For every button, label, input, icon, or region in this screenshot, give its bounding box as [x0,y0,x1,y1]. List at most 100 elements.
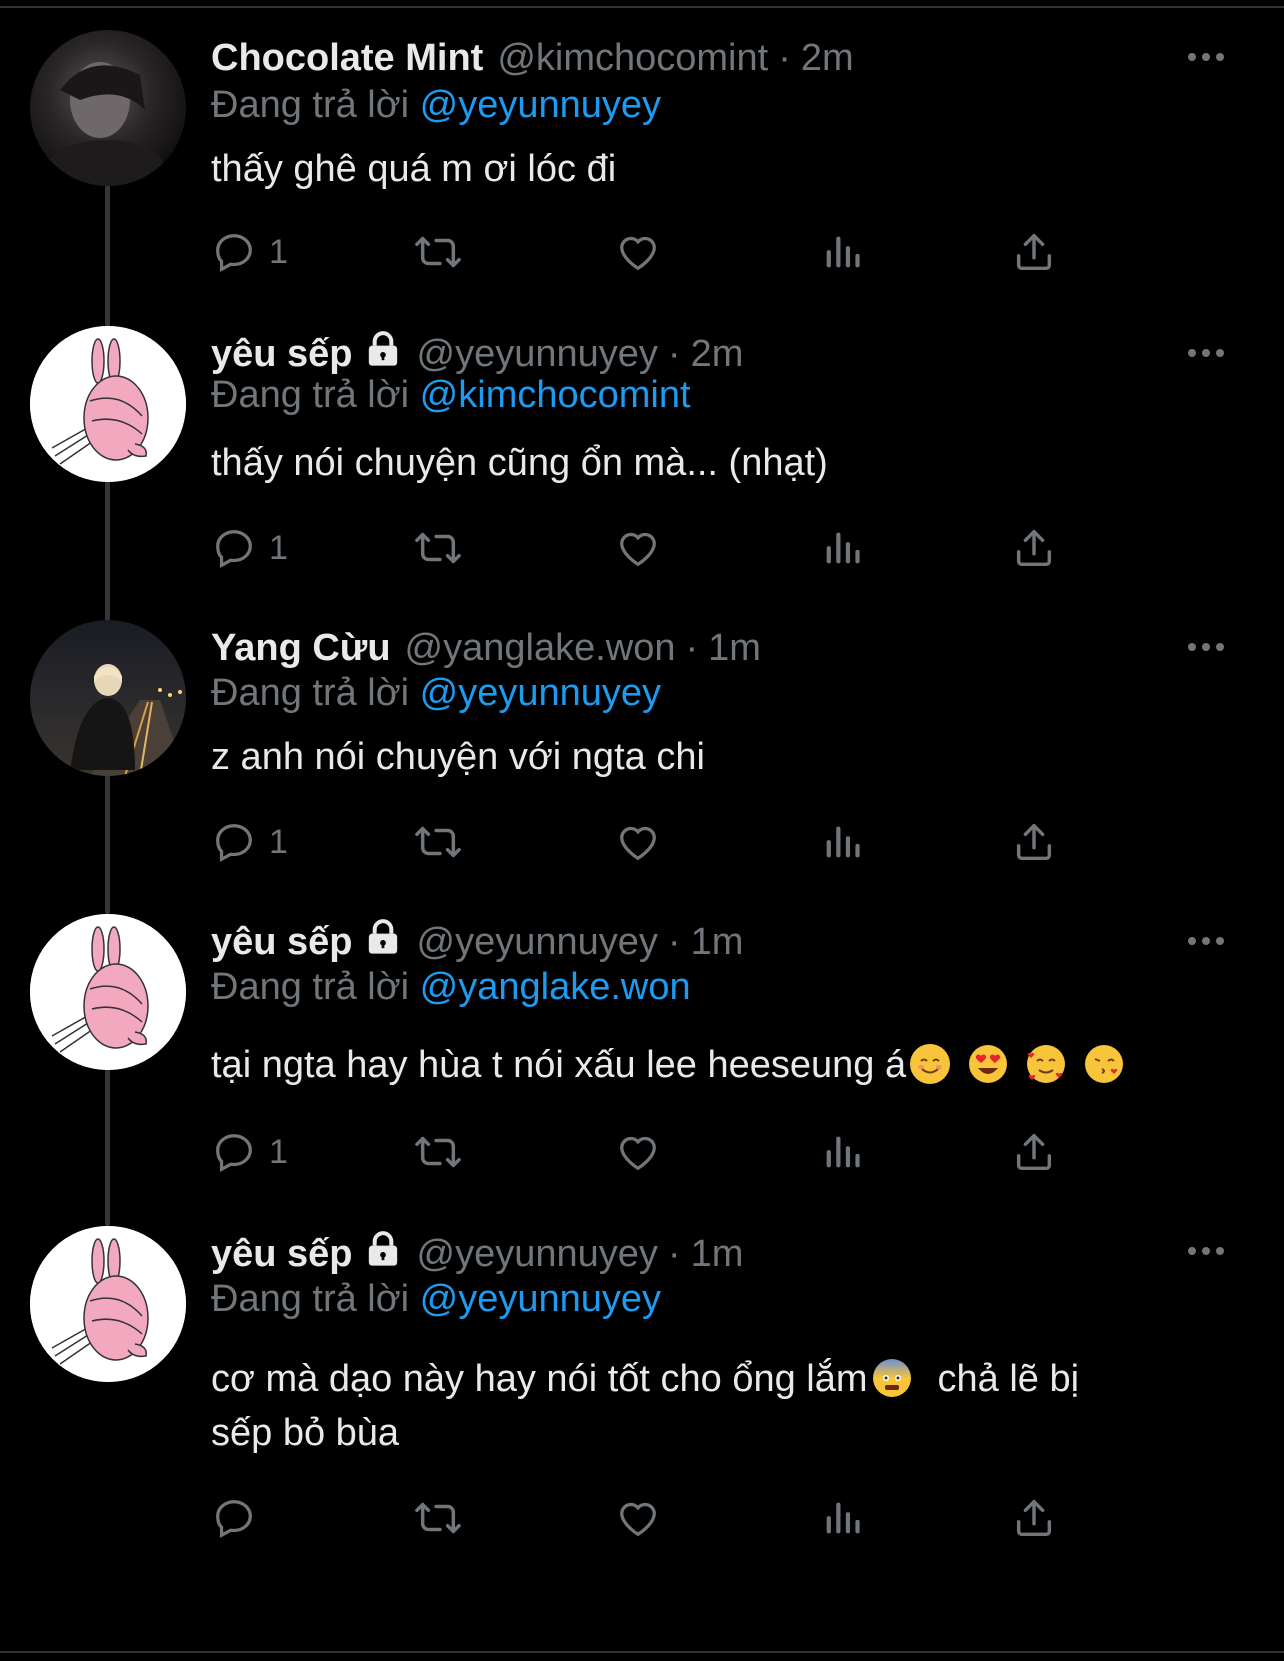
views-icon [819,525,865,571]
separator-dot: · [778,36,791,79]
heart-eyes-emoji [968,1044,1008,1084]
share-button[interactable] [1011,1124,1057,1180]
display-name[interactable]: Chocolate Mint [211,37,483,80]
share-button[interactable] [1011,224,1057,280]
action-bar: 1 [211,1124,1131,1180]
action-bar: 1 [211,520,1131,576]
timestamp[interactable]: 2m [691,333,744,376]
like-button[interactable] [615,1124,661,1180]
timestamp[interactable]: 1m [691,1233,744,1276]
timestamp[interactable]: 1m [691,921,744,964]
views-button[interactable] [819,1490,865,1546]
views-button[interactable] [819,814,865,870]
display-name[interactable]: Yang Cừu [211,627,391,670]
user-handle[interactable]: @kimchocomint [497,37,768,80]
more-icon[interactable] [1186,42,1226,72]
action-bar: 1 [211,224,1131,280]
like-button[interactable] [615,814,661,870]
tweet-header: Chocolate Mint @kimchocomint · 2m [211,30,854,86]
user-handle[interactable]: @yanglake.won [405,627,676,670]
reply-button[interactable]: 1 [211,224,288,280]
display-name[interactable]: yêu sếp [211,921,353,964]
retweet-button[interactable] [411,224,465,280]
reply-icon [211,819,257,865]
retweet-icon [411,525,465,571]
avatar[interactable] [30,1226,186,1382]
user-handle[interactable]: @yeyunnuyey [417,921,658,964]
more-icon[interactable] [1186,926,1226,956]
more-icon[interactable] [1186,338,1226,368]
display-name[interactable]: yêu sếp [211,333,353,376]
replying-prefix: Đang trả lời [211,84,410,126]
share-button[interactable] [1011,1490,1057,1546]
share-icon [1011,525,1057,571]
replying-to: Đang trả lời @yeyunnuyey [211,1278,661,1321]
reply-count: 1 [269,528,288,567]
views-button[interactable] [819,1124,865,1180]
tweet[interactable]: Yang Cừu @yanglake.won · 1m Đang trả lời… [0,620,1284,890]
share-button[interactable] [1011,814,1057,870]
tweet-text-container: tại ngta hay hùa t nói xấu lee heeseung … [211,1038,1221,1092]
like-icon [615,229,661,275]
tweet-text-container: cơ mà dạo này hay nói tốt cho ổng lắm ch… [211,1352,1221,1460]
avatar[interactable] [30,326,186,482]
views-button[interactable] [819,520,865,576]
lock-icon [363,917,403,967]
action-bar: 1 [211,814,1131,870]
like-button[interactable] [615,1490,661,1546]
display-name[interactable]: yêu sếp [211,1233,353,1276]
separator-dot: · [667,920,681,963]
user-handle[interactable]: @yeyunnuyey [417,1233,658,1276]
reply-button[interactable] [211,1490,269,1546]
action-bar [211,1490,1131,1546]
separator-dot: · [685,626,699,669]
tweet[interactable]: Chocolate Mint @kimchocomint · 2m Đang t… [0,30,1284,300]
bottom-divider [0,1651,1284,1653]
like-icon [615,1495,661,1541]
views-icon [819,229,865,275]
top-divider [0,0,1284,8]
mention-link[interactable]: @yeyunnuyey [420,672,661,714]
separator-dot: · [667,1232,681,1275]
tweet[interactable]: yêu sếp @yeyunnuyey · 1m Đang trả lời @y… [0,914,1284,1214]
more-icon[interactable] [1186,1236,1226,1266]
replying-to: Đang trả lời @yeyunnuyey [211,84,661,127]
reply-icon [211,229,257,275]
share-button[interactable] [1011,520,1057,576]
smiling-face-emoji [910,1044,951,1084]
like-button[interactable] [615,520,661,576]
more-icon[interactable] [1186,632,1226,662]
tweet[interactable]: yêu sếp @yeyunnuyey · 1m Đang trả lời @y… [0,1224,1284,1644]
mention-link[interactable]: @kimchocomint [420,374,691,416]
retweet-button[interactable] [411,520,465,576]
retweet-button[interactable] [411,1124,465,1180]
user-handle[interactable]: @yeyunnuyey [417,333,658,376]
replying-prefix: Đang trả lời [211,966,410,1008]
views-button[interactable] [819,224,865,280]
replying-to: Đang trả lời @yeyunnuyey [211,672,661,715]
timestamp[interactable]: 2m [801,37,854,80]
reply-button[interactable]: 1 [211,1124,288,1180]
timestamp[interactable]: 1m [708,627,761,670]
face-blowing-kiss-emoji [1084,1044,1124,1084]
reply-button[interactable]: 1 [211,814,288,870]
mention-link[interactable]: @yeyunnuyey [420,84,661,126]
reply-button[interactable]: 1 [211,520,288,576]
replying-to: Đang trả lời @yanglake.won [211,966,691,1009]
retweet-button[interactable] [411,1490,465,1546]
avatar[interactable] [30,30,186,186]
views-icon [819,819,865,865]
tweet-text-line: cơ mà dạo này hay nói tốt cho ổng lắm ch… [211,1352,1221,1406]
like-icon [615,819,661,865]
mention-link[interactable]: @yeyunnuyey [420,1278,661,1320]
like-button[interactable] [615,224,661,280]
replying-prefix: Đang trả lời [211,1278,410,1320]
lock-icon [363,329,403,379]
avatar[interactable] [30,620,186,776]
tweet[interactable]: yêu sếp @yeyunnuyey · 2m Đang trả lời @k… [0,326,1284,596]
avatar[interactable] [30,914,186,1070]
reply-icon [211,1129,257,1175]
retweet-button[interactable] [411,814,465,870]
mention-link[interactable]: @yanglake.won [420,966,691,1008]
lock-icon [363,1229,403,1279]
